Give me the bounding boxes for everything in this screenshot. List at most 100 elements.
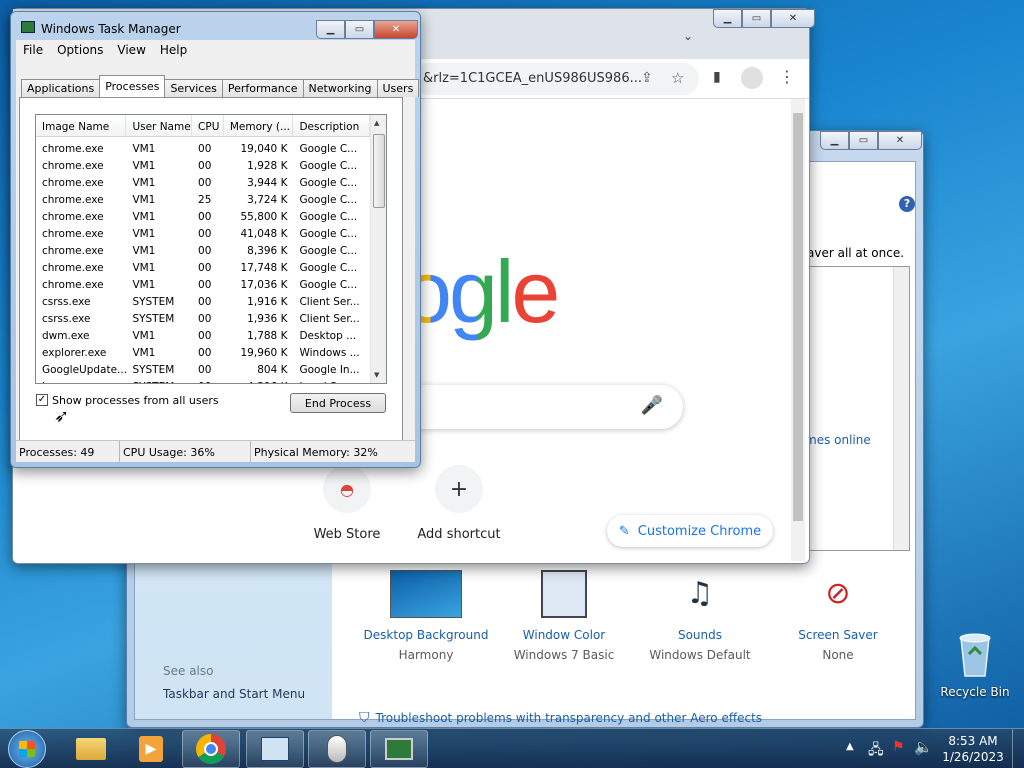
table-cell: 00 [198, 329, 212, 342]
window-color-tile[interactable]: Window Color Windows 7 Basic [499, 570, 629, 662]
table-row[interactable]: chrome.exe VM1 00 8,396 K Google C... [36, 242, 370, 259]
col-user-name[interactable]: User Name [126, 115, 193, 136]
col-description[interactable]: Description [293, 115, 370, 136]
shortcut-web-store[interactable]: ◓ Web Store [295, 465, 399, 542]
recycle-bin[interactable]: Recycle Bin [940, 630, 1010, 699]
table-cell: 00 [198, 142, 212, 155]
taskbar-mouse-settings[interactable] [308, 730, 366, 768]
show-all-users-label[interactable]: Show processes from all users [52, 394, 219, 407]
chrome-close-button[interactable]: ✕ [771, 9, 815, 28]
menu-options[interactable]: Options [50, 43, 110, 57]
maximize-button[interactable]: ▭ [849, 131, 878, 150]
shortcut-add[interactable]: + Add shortcut [407, 465, 511, 542]
tab-search-icon[interactable]: ⌄ [683, 29, 693, 43]
table-row[interactable]: chrome.exe VM1 00 17,748 K Google C... [36, 259, 370, 276]
show-all-users-checkbox[interactable]: ✓ [36, 394, 48, 406]
network-icon[interactable]: 🖧 [868, 739, 884, 763]
table-row[interactable]: chrome.exe VM1 25 3,724 K Google C... [36, 191, 370, 208]
tray-overflow-icon[interactable]: ▲ [846, 741, 854, 752]
col-memory[interactable]: Memory (... [224, 115, 294, 136]
col-cpu[interactable]: CPU [192, 115, 224, 136]
window-color-icon [541, 570, 587, 618]
col-image-name[interactable]: Image Name [36, 115, 127, 136]
table-row[interactable]: explorer.exe VM1 00 19,960 K Windows ... [36, 344, 370, 361]
taskbar: ▶ ▲ 🖧 ⚑ 🔈 8:53 AM 1/26/2023 [0, 728, 1024, 768]
taskbar-media-player[interactable]: ▶ [122, 730, 180, 768]
volume-icon[interactable]: 🔈 [914, 738, 933, 756]
status-processes: Processes: 49 [16, 441, 120, 462]
sounds-tile[interactable]: ♫ Sounds Windows Default [635, 570, 765, 662]
menu-help[interactable]: Help [153, 43, 194, 57]
screen-saver-icon: ⊘ [825, 576, 851, 611]
table-cell: 1,788 K [247, 329, 288, 342]
table-cell: explorer.exe [42, 346, 107, 359]
omnibox[interactable]: &rlz=1C1GCEA_enUS986US986... ⇪ ☆ [413, 63, 699, 95]
get-more-themes-link[interactable]: mes online [805, 433, 871, 447]
tab-processes[interactable]: Processes [99, 75, 166, 97]
table-row[interactable]: chrome.exe VM1 00 55,800 K Google C... [36, 208, 370, 225]
help-icon[interactable]: ? [899, 196, 915, 212]
screen-saver-tile[interactable]: ⊘ Screen Saver None [773, 570, 903, 662]
menu-view[interactable]: View [110, 43, 152, 57]
menu-file[interactable]: File [16, 43, 50, 57]
tab-services[interactable]: Services [164, 79, 223, 97]
troubleshoot-link[interactable]: ⛉ Troubleshoot problems with transparenc… [359, 710, 762, 726]
process-list-scrollbar[interactable]: ▲ ▼ [370, 115, 386, 383]
add-shortcut-label: Add shortcut [417, 527, 501, 542]
table-row[interactable]: chrome.exe VM1 00 1,928 K Google C... [36, 157, 370, 174]
table-cell: VM1 [132, 244, 156, 257]
scrollbar-thumb[interactable] [373, 134, 385, 208]
taskbar-task-manager[interactable] [370, 730, 428, 768]
clock[interactable]: 8:53 AM 1/26/2023 [940, 734, 1006, 764]
tab-applications[interactable]: Applications [21, 79, 101, 97]
start-button[interactable] [8, 730, 46, 768]
chrome-page-scrollbar[interactable] [791, 99, 805, 561]
chrome-minimize-button[interactable]: ▁ [713, 9, 742, 28]
table-cell: VM1 [132, 193, 156, 206]
see-also-label: See also [163, 664, 214, 678]
chrome-menu-icon[interactable]: ⋮ [779, 67, 795, 86]
chrome-maximize-button[interactable]: ▭ [742, 9, 771, 28]
tm-close-button[interactable]: ✕ [374, 20, 418, 39]
search-box-google[interactable]: 🎤 [405, 385, 683, 429]
end-process-button[interactable]: End Process [290, 393, 386, 413]
table-row[interactable]: chrome.exe VM1 00 3,944 K Google C... [36, 174, 370, 191]
table-row[interactable]: dwm.exe VM1 00 1,788 K Desktop ... [36, 327, 370, 344]
tm-maximize-button[interactable]: ▭ [345, 20, 374, 39]
share-icon[interactable]: ⇪ [641, 70, 653, 86]
close-button[interactable]: ✕ [878, 131, 922, 150]
tab-performance[interactable]: Performance [221, 79, 304, 97]
table-row[interactable]: chrome.exe VM1 00 41,048 K Google C... [36, 225, 370, 242]
bookmark-star-icon[interactable]: ☆ [671, 69, 684, 87]
table-row[interactable]: chrome.exe VM1 00 17,036 K Google C... [36, 276, 370, 293]
table-row[interactable]: csrss.exe SYSTEM 00 1,936 K Client Ser... [36, 310, 370, 327]
tm-minimize-button[interactable]: ▁ [316, 20, 345, 39]
process-list[interactable]: Image Name User Name CPU Memory (... Des… [35, 114, 387, 384]
action-center-icon[interactable]: ⚑ [892, 739, 905, 755]
table-cell: Client Ser... [299, 295, 360, 308]
table-cell: Google C... [299, 244, 358, 257]
tm-menubar: File Options View Help [16, 40, 415, 60]
minimize-button[interactable]: ▁ [820, 131, 849, 150]
tm-body: Applications Processes Services Performa… [16, 60, 420, 462]
side-panel-icon[interactable]: ▮ [713, 69, 721, 85]
taskbar-start-menu-link[interactable]: Taskbar and Start Menu [163, 687, 305, 701]
show-desktop-button[interactable] [1012, 729, 1024, 768]
profile-avatar[interactable] [741, 67, 763, 89]
table-row[interactable]: csrss.exe SYSTEM 00 1,916 K Client Ser... [36, 293, 370, 310]
table-cell: Google C... [299, 261, 358, 274]
troubleshoot-link-text: Troubleshoot problems with transparency … [375, 711, 763, 725]
table-row[interactable]: lsass.exeSYSTEM004,396 KLocal Sec... [36, 378, 370, 384]
table-row[interactable]: GoogleUpdate... SYSTEM 00 804 K Google In... [36, 361, 370, 378]
tab-users[interactable]: Users [376, 79, 420, 97]
taskbar-explorer[interactable] [62, 730, 120, 768]
microphone-icon[interactable]: 🎤 [641, 395, 663, 416]
taskbar-chrome[interactable] [182, 730, 240, 768]
customize-chrome-button[interactable]: ✎ Customize Chrome [607, 515, 773, 547]
tab-networking[interactable]: Networking [302, 79, 378, 97]
themes-listbox[interactable]: mes online [800, 266, 910, 551]
table-cell: GoogleUpdate... [42, 363, 127, 376]
table-row[interactable]: chrome.exe VM1 00 19,040 K Google C... [36, 140, 370, 157]
desktop-background-tile[interactable]: Desktop Background Harmony [361, 570, 491, 662]
taskbar-control-panel[interactable] [246, 730, 304, 768]
